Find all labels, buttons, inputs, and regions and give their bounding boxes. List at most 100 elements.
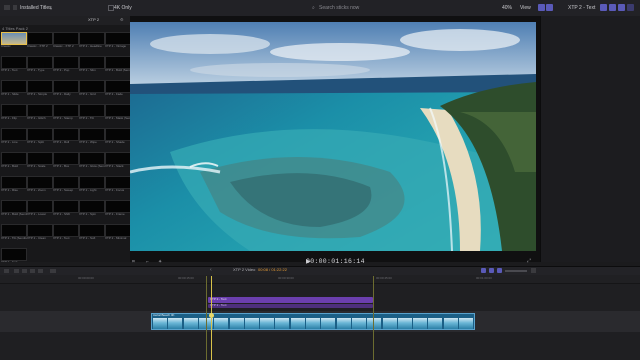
timeline-ruler[interactable] xyxy=(0,275,640,284)
title-tile[interactable]: Classic - XTP 2 xyxy=(27,32,53,52)
crop-icon[interactable]: ⌐ xyxy=(146,259,149,265)
title-tile-label: XTP 2 - Frame xyxy=(105,213,125,216)
title-tile[interactable]: XTP 2 - Rise xyxy=(1,176,27,196)
connect-icon[interactable] xyxy=(14,269,19,273)
title-tile[interactable]: XTP 2 - Slide xyxy=(1,80,27,100)
search-field[interactable]: Search sticks now xyxy=(319,0,359,16)
title-tile-label: XTP 2 - Slim xyxy=(79,69,96,72)
title-tile[interactable]: XTP 2 - Spin xyxy=(79,200,105,220)
title-tile[interactable]: XTP 2 - Glow (Semibold) xyxy=(79,152,105,172)
title-tile[interactable]: XTP 2 - Tilt xyxy=(79,104,105,124)
title-tile[interactable]: XTP 2 - Stamp xyxy=(53,104,79,124)
index-icon[interactable] xyxy=(4,269,9,273)
audio-skim-icon[interactable] xyxy=(481,268,486,273)
title-thumbnail xyxy=(53,224,79,237)
browser-tab[interactable]: XTP 2 xyxy=(88,17,99,22)
title-tile[interactable]: XTP 2 - Slim xyxy=(79,56,105,76)
back-icon[interactable]: ‹ xyxy=(210,267,212,273)
title-tile[interactable]: Classic - XTP 2 xyxy=(53,32,79,52)
transform-icon[interactable]: ⌗ xyxy=(132,259,135,265)
view-menu[interactable]: View xyxy=(520,0,531,16)
title-tile[interactable]: XTP 2 - Zoom xyxy=(27,176,53,196)
timecode-display[interactable]: 00:00:01:16:14 xyxy=(306,258,365,265)
title-tile[interactable]: XTP 2 - Soft xyxy=(79,224,105,244)
title-tile[interactable]: XTP 2 - Lower xyxy=(27,200,53,220)
overwrite-icon[interactable] xyxy=(38,269,43,273)
fullscreen-icon[interactable]: ⤢ xyxy=(527,258,531,264)
enhance-icon[interactable]: ✦ xyxy=(158,259,162,265)
title-tile[interactable]: XTP 2 - Split xyxy=(27,128,53,148)
inspector-tab-video-icon[interactable] xyxy=(600,4,607,11)
title-tile[interactable]: XTP 2 - Bold xyxy=(1,152,27,172)
title-tile[interactable]: XTP 2 - Simple xyxy=(27,80,53,100)
title-clip[interactable]: XTP 2 - Text xyxy=(208,297,373,303)
title-tile[interactable]: XTP 2 - Type xyxy=(27,56,53,76)
title-tile[interactable]: XTP 2 - Vintage xyxy=(105,32,130,52)
title-tile[interactable]: XTP 2 - Glitch xyxy=(27,104,53,124)
playhead-handle-icon[interactable] xyxy=(209,313,214,318)
range-start-marker[interactable] xyxy=(206,276,207,360)
title-tile[interactable]: XTP 2 - Roll xyxy=(53,128,79,148)
title-tile[interactable]: XTP 2 - Minimal xyxy=(105,224,130,244)
zoom-level[interactable]: 40% xyxy=(502,0,512,16)
title-tile[interactable]: XTP 2 - Bold (Semibold) xyxy=(105,56,130,76)
title-tile[interactable]: XTP 2 - Grid xyxy=(79,80,105,100)
title-tile[interactable]: XTP 2 - Frame xyxy=(105,200,130,220)
title-tile-label: XTP 2 - Wipe xyxy=(79,141,97,144)
insert-icon[interactable] xyxy=(22,269,27,273)
inspector-tab-info-icon[interactable] xyxy=(618,4,625,11)
title-tile[interactable]: XTP 2 - Stack xyxy=(105,152,130,172)
title-thumbnail xyxy=(1,224,27,237)
title-tile[interactable]: XTP 2 - Text xyxy=(53,224,79,244)
title-tile[interactable]: XTP 2 - Line xyxy=(1,128,27,148)
title-tile[interactable]: XTP 2 - Clean xyxy=(27,224,53,244)
title-clip-secondary[interactable]: XTP 2 - Text xyxy=(208,303,373,308)
title-tile-label: Classic xyxy=(1,45,11,48)
title-tile[interactable]: XTP 2 - End xyxy=(1,248,27,262)
title-tile[interactable]: XTP 2 - Daily xyxy=(53,80,79,100)
append-icon[interactable] xyxy=(30,269,35,273)
title-tile[interactable]: XTP 2 - Shade xyxy=(105,128,130,148)
title-tile[interactable]: XTP 2 - Light xyxy=(79,176,105,196)
select-tool-icon[interactable] xyxy=(50,269,56,273)
snapping-icon[interactable] xyxy=(497,268,502,273)
title-tile-label: XTP 2 - Stamp xyxy=(53,117,73,120)
title-tile[interactable]: Classic xyxy=(1,32,27,52)
title-tile[interactable]: XTP 2 - Box xyxy=(53,152,79,172)
title-tile[interactable]: XTP 2 - Tilt (Semibold) xyxy=(1,224,27,244)
range-end-marker[interactable] xyxy=(373,276,374,360)
text-inspector-icon[interactable] xyxy=(546,4,553,11)
playhead[interactable] xyxy=(211,276,212,360)
title-tile[interactable]: XTP 2 - Focus xyxy=(105,176,130,196)
solo-icon[interactable] xyxy=(489,268,494,273)
inspector-tab-share-icon[interactable] xyxy=(627,4,634,11)
title-thumbnail xyxy=(27,104,53,117)
title-thumbnail xyxy=(27,176,53,189)
title-tile[interactable]: XTP 2 - Wipe xyxy=(79,128,105,148)
title-tile[interactable]: XTP 2 - Scale xyxy=(27,152,53,172)
library-icon[interactable] xyxy=(4,5,10,10)
menu-icon[interactable] xyxy=(13,5,17,10)
zoom-slider[interactable] xyxy=(505,270,527,272)
title-tile[interactable]: XTP 2 - Text xyxy=(1,56,27,76)
library-label[interactable]: Installed Titles xyxy=(20,0,52,16)
video-clip[interactable] xyxy=(151,313,475,330)
clip-appearance-icon[interactable] xyxy=(531,268,536,273)
clip-inspector-icon[interactable] xyxy=(538,4,545,11)
title-tile-label: Classic - XTP 2 xyxy=(27,45,48,48)
title-tile[interactable]: XTP 2 - Shift xyxy=(53,200,79,220)
title-tile[interactable]: XTP 2 - Headline xyxy=(79,32,105,52)
filter-label[interactable]: 4K Only xyxy=(114,0,132,16)
title-tile[interactable]: XTP 2 - Sweep xyxy=(53,176,79,196)
inspector-tab-audio-icon[interactable] xyxy=(609,4,616,11)
settings-icon[interactable]: ⚙ xyxy=(120,17,124,22)
title-tile[interactable]: XTP 2 - Mask (Semibold) xyxy=(105,104,130,124)
title-tile[interactable]: XTP 2 - Fade xyxy=(105,80,130,100)
title-tile[interactable]: XTP 2 - Pop xyxy=(53,56,79,76)
title-tile-label: XTP 2 - Daily xyxy=(53,93,71,96)
title-tile[interactable]: XTP 2 - Bold (Semibold) xyxy=(1,200,27,220)
chevron-down-icon[interactable]: ▾ xyxy=(50,6,52,11)
search-icon[interactable]: ⌕ xyxy=(312,5,315,11)
video-frame[interactable] xyxy=(130,22,536,251)
title-tile[interactable]: XTP 2 - Flip xyxy=(1,104,27,124)
